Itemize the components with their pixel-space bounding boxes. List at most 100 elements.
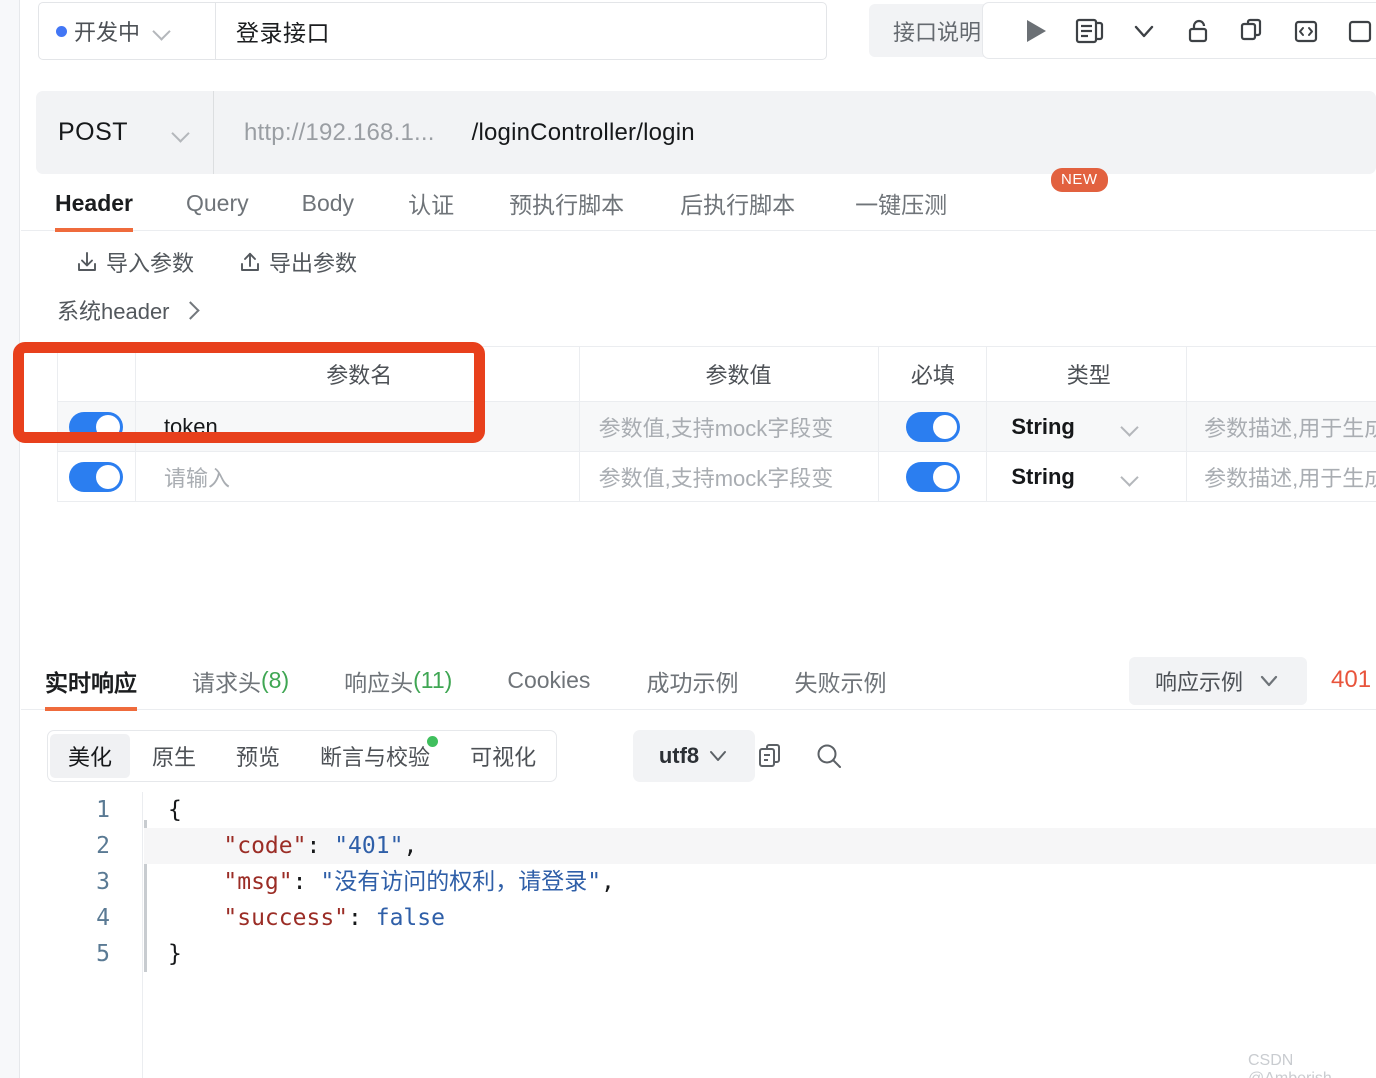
encoding-select[interactable]: utf8 — [633, 730, 755, 782]
viewer-tab-preview[interactable]: 预览 — [218, 734, 298, 778]
status-dot-icon — [56, 25, 67, 37]
line-number: 3 — [96, 869, 110, 895]
param-type-label: String — [1011, 463, 1075, 489]
viewer-tab-label: 断言与校验 — [320, 745, 431, 770]
search-icon[interactable] — [812, 739, 846, 773]
system-header-link[interactable]: 系统header — [57, 294, 198, 326]
table-row: 请输入 参数值,支持mock字段变 String 参数描述,用于生成 — [58, 452, 1376, 502]
param-value-input[interactable]: 参数值,支持mock字段变 — [599, 411, 834, 443]
row-name-cell[interactable]: 请输入 — [136, 452, 580, 501]
http-method-label: POST — [58, 118, 129, 146]
tab-request-headers[interactable]: 请求头 (8) — [192, 652, 289, 710]
row-enable-cell — [58, 402, 136, 451]
line-number: 5 — [96, 941, 110, 967]
row-name-cell[interactable]: token — [136, 402, 580, 451]
http-method-select[interactable]: POST — [36, 91, 214, 174]
tab-header[interactable]: Header — [55, 176, 133, 232]
tab-cookies[interactable]: Cookies — [507, 652, 590, 710]
tab-label: Cookies — [507, 667, 591, 693]
code-brackets-icon[interactable] — [1279, 3, 1333, 58]
param-name-input[interactable]: token — [164, 414, 218, 440]
code-line: } — [144, 936, 1376, 972]
tab-auth[interactable]: 认证 — [408, 176, 454, 231]
line-number-gutter: 1 2 3 4 5 — [21, 792, 143, 1078]
row-value-cell[interactable]: 参数值,支持mock字段变 — [580, 452, 880, 501]
viewer-tab-assertion[interactable]: 断言与校验 — [302, 734, 448, 778]
chevron-down-icon — [1121, 418, 1139, 436]
copy-icon[interactable] — [754, 739, 788, 773]
api-name-input[interactable]: 登录接口 — [216, 14, 330, 48]
tab-post-script[interactable]: 后执行脚本 — [680, 176, 795, 231]
chevron-down-icon[interactable] — [1117, 3, 1171, 58]
code-token: } — [168, 941, 182, 967]
chevron-down-icon — [172, 124, 190, 142]
viewer-mode-toolbar: 美化 原生 预览 断言与校验 可视化 — [47, 730, 558, 782]
request-tabs: Header Query Body 认证 预执行脚本 后执行脚本 一键压测 — [21, 176, 1376, 232]
code-token: "msg" — [223, 869, 293, 895]
param-io-row: 导入参数 导出参数 — [75, 246, 357, 278]
row-value-cell[interactable]: 参数值,支持mock字段变 — [580, 402, 880, 451]
param-desc-input[interactable]: 参数描述,用于生成 — [1204, 461, 1376, 493]
param-name-input[interactable]: 请输入 — [164, 461, 230, 493]
url-path-input[interactable]: /loginController/login — [435, 119, 695, 147]
row-enable-toggle[interactable] — [69, 461, 124, 492]
tab-count: (8) — [261, 667, 290, 693]
param-value-input[interactable]: 参数值,支持mock字段变 — [599, 461, 834, 493]
copy-icon[interactable] — [1225, 3, 1279, 58]
code-token: false — [375, 905, 445, 931]
param-desc-input[interactable]: 参数描述,用于生成 — [1204, 411, 1376, 443]
tab-realtime-response[interactable]: 实时响应 — [45, 652, 137, 711]
header-value-col: 参数值 — [580, 347, 880, 401]
row-required-toggle[interactable] — [905, 461, 960, 492]
tab-body[interactable]: Body — [302, 176, 354, 231]
viewer-tab-beautify[interactable]: 美化 — [50, 734, 131, 778]
code-line: "code": "401", — [144, 828, 1376, 864]
code-token: , — [601, 869, 615, 895]
play-icon[interactable] — [1009, 3, 1063, 58]
unlock-icon[interactable] — [1171, 3, 1225, 58]
header-desc-col — [1187, 347, 1376, 401]
row-type-cell[interactable]: String — [987, 402, 1188, 451]
code-token: , — [403, 833, 418, 859]
viewer-tab-visualize[interactable]: 可视化 — [452, 734, 554, 778]
more-square-icon[interactable] — [1333, 3, 1376, 58]
new-badge: NEW — [1051, 168, 1108, 192]
response-example-select[interactable]: 响应示例 — [1129, 657, 1307, 705]
save-doc-icon[interactable] — [1063, 3, 1117, 58]
export-params-button[interactable]: 导出参数 — [238, 246, 357, 278]
tab-failure-example[interactable]: 失败示例 — [794, 652, 886, 710]
status-select[interactable]: 开发中 — [39, 3, 216, 59]
row-desc-cell[interactable]: 参数描述,用于生成 — [1187, 452, 1376, 501]
tab-label: 失败示例 — [794, 669, 887, 696]
code-token: "没有访问的权利，请登录" — [320, 869, 602, 895]
tab-stress-test[interactable]: 一键压测 — [855, 176, 947, 231]
url-host-select[interactable]: http://192.168.1... — [214, 119, 435, 147]
row-enable-toggle[interactable] — [69, 411, 124, 442]
export-icon — [241, 252, 259, 271]
tab-pre-script[interactable]: 预执行脚本 — [509, 176, 624, 231]
status-label: 开发中 — [74, 20, 141, 45]
header-name-col: 参数名 — [136, 347, 580, 401]
tab-success-example[interactable]: 成功示例 — [646, 652, 738, 710]
code-token: "401" — [334, 833, 404, 859]
row-required-toggle[interactable] — [905, 411, 960, 442]
code-lines: { "code": "401", "msg": "没有访问的权利，请登录", "… — [144, 792, 1376, 972]
encoding-label: utf8 — [658, 743, 700, 768]
export-params-label: 导出参数 — [269, 251, 358, 276]
code-line: { — [144, 792, 1376, 828]
line-number: 2 — [96, 833, 110, 859]
code-token: : — [292, 869, 321, 895]
import-params-button[interactable]: 导入参数 — [75, 246, 194, 278]
header-toggle-col — [58, 347, 136, 401]
tab-query[interactable]: Query — [186, 176, 249, 231]
row-type-cell[interactable]: String — [987, 452, 1188, 501]
response-code-viewer[interactable]: 1 2 3 4 5 { "code": "401", "msg": "没有访问的… — [21, 792, 1376, 1078]
param-table: 参数名 参数值 必填 类型 token 参数值,支持mock字段变 String… — [57, 346, 1376, 502]
row-desc-cell[interactable]: 参数描述,用于生成 — [1187, 402, 1376, 451]
viewer-tab-raw[interactable]: 原生 — [134, 734, 214, 778]
tab-response-headers[interactable]: 响应头 (11) — [344, 652, 452, 710]
param-type-label: String — [1011, 413, 1075, 439]
chevron-down-icon — [1121, 468, 1139, 486]
